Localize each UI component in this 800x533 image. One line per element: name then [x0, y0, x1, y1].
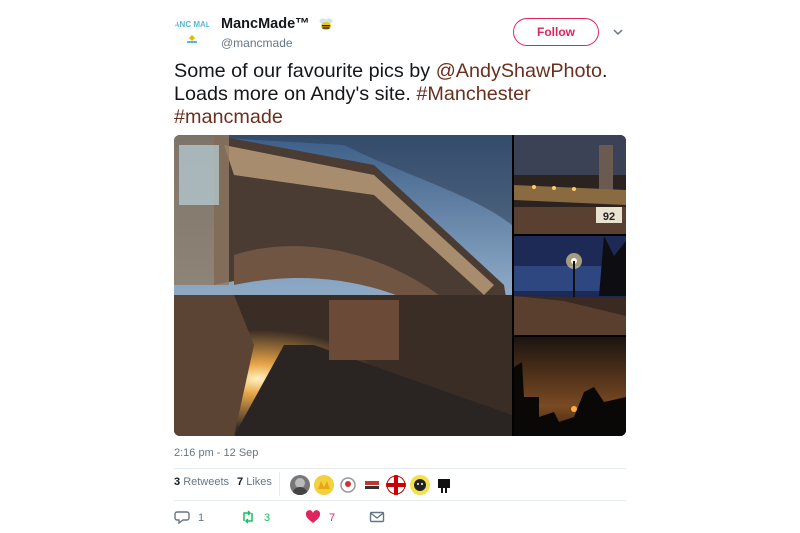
hashtag-link[interactable]: #mancmade — [174, 106, 283, 128]
heart-icon — [305, 509, 329, 528]
likes-stat[interactable]: 7 Likes — [237, 476, 272, 488]
follow-button[interactable]: Follow — [513, 18, 599, 46]
photo-canal-night[interactable]: 92 — [514, 135, 626, 234]
tweet-text: Some of our favourite pics by @AndyShawP… — [174, 60, 626, 129]
reply-button[interactable]: 1 — [174, 509, 204, 527]
retweet-icon — [240, 509, 264, 528]
account-avatar[interactable]: MANC MADE — [174, 14, 210, 50]
tweet-text-part: Some of our favourite pics by — [174, 60, 436, 82]
mention-link[interactable]: @AndyShawPhoto — [436, 60, 602, 82]
media-grid: 92 — [174, 135, 626, 436]
liker-avatar[interactable] — [338, 475, 358, 495]
divider — [174, 500, 626, 501]
retweets-count: 3 — [174, 476, 181, 488]
liker-avatar[interactable] — [290, 475, 310, 495]
chevron-down-icon[interactable] — [612, 25, 624, 37]
liker-avatar[interactable] — [434, 475, 454, 495]
envelope-icon — [369, 509, 393, 528]
account-names: MancMade™ @mancmade — [221, 15, 334, 50]
like-button[interactable]: 7 — [305, 509, 335, 527]
liker-avatar[interactable] — [362, 475, 382, 495]
likes-count: 7 — [237, 476, 244, 488]
photo-canal-lamp[interactable] — [514, 236, 626, 335]
liker-avatar[interactable] — [386, 475, 406, 495]
handle[interactable]: @mancmade — [221, 36, 334, 50]
retweets-stat[interactable]: 3 Retweets — [174, 476, 229, 488]
avatar-logo-text-1: MANC MADE — [174, 20, 210, 29]
liker-avatar[interactable] — [314, 475, 334, 495]
retweets-label: Retweets — [183, 476, 230, 488]
divider — [174, 468, 626, 469]
direct-message-button[interactable] — [369, 509, 393, 527]
bee-icon — [318, 16, 334, 32]
tweet-actions: 1 3 7 — [174, 509, 626, 529]
photo-skyline-dusk[interactable] — [514, 337, 626, 436]
tweet-timestamp[interactable]: 2:16 pm - 12 Sep — [174, 447, 258, 459]
photo-sign-number: 92 — [603, 211, 615, 223]
divider — [279, 472, 280, 496]
reply-count: 1 — [198, 512, 205, 524]
reply-icon — [174, 509, 198, 528]
like-count: 7 — [329, 512, 336, 524]
photo-railway-bridge[interactable] — [174, 135, 512, 436]
hashtag-link[interactable]: #Manchester — [416, 83, 530, 105]
retweet-button[interactable]: 3 — [240, 509, 270, 527]
display-name[interactable]: MancMade™ — [221, 16, 310, 32]
likes-label: Likes — [246, 476, 272, 488]
retweet-count: 3 — [264, 512, 271, 524]
tweet-stats: 3 Retweets 7 Likes — [174, 476, 272, 488]
liker-avatar[interactable] — [410, 475, 430, 495]
